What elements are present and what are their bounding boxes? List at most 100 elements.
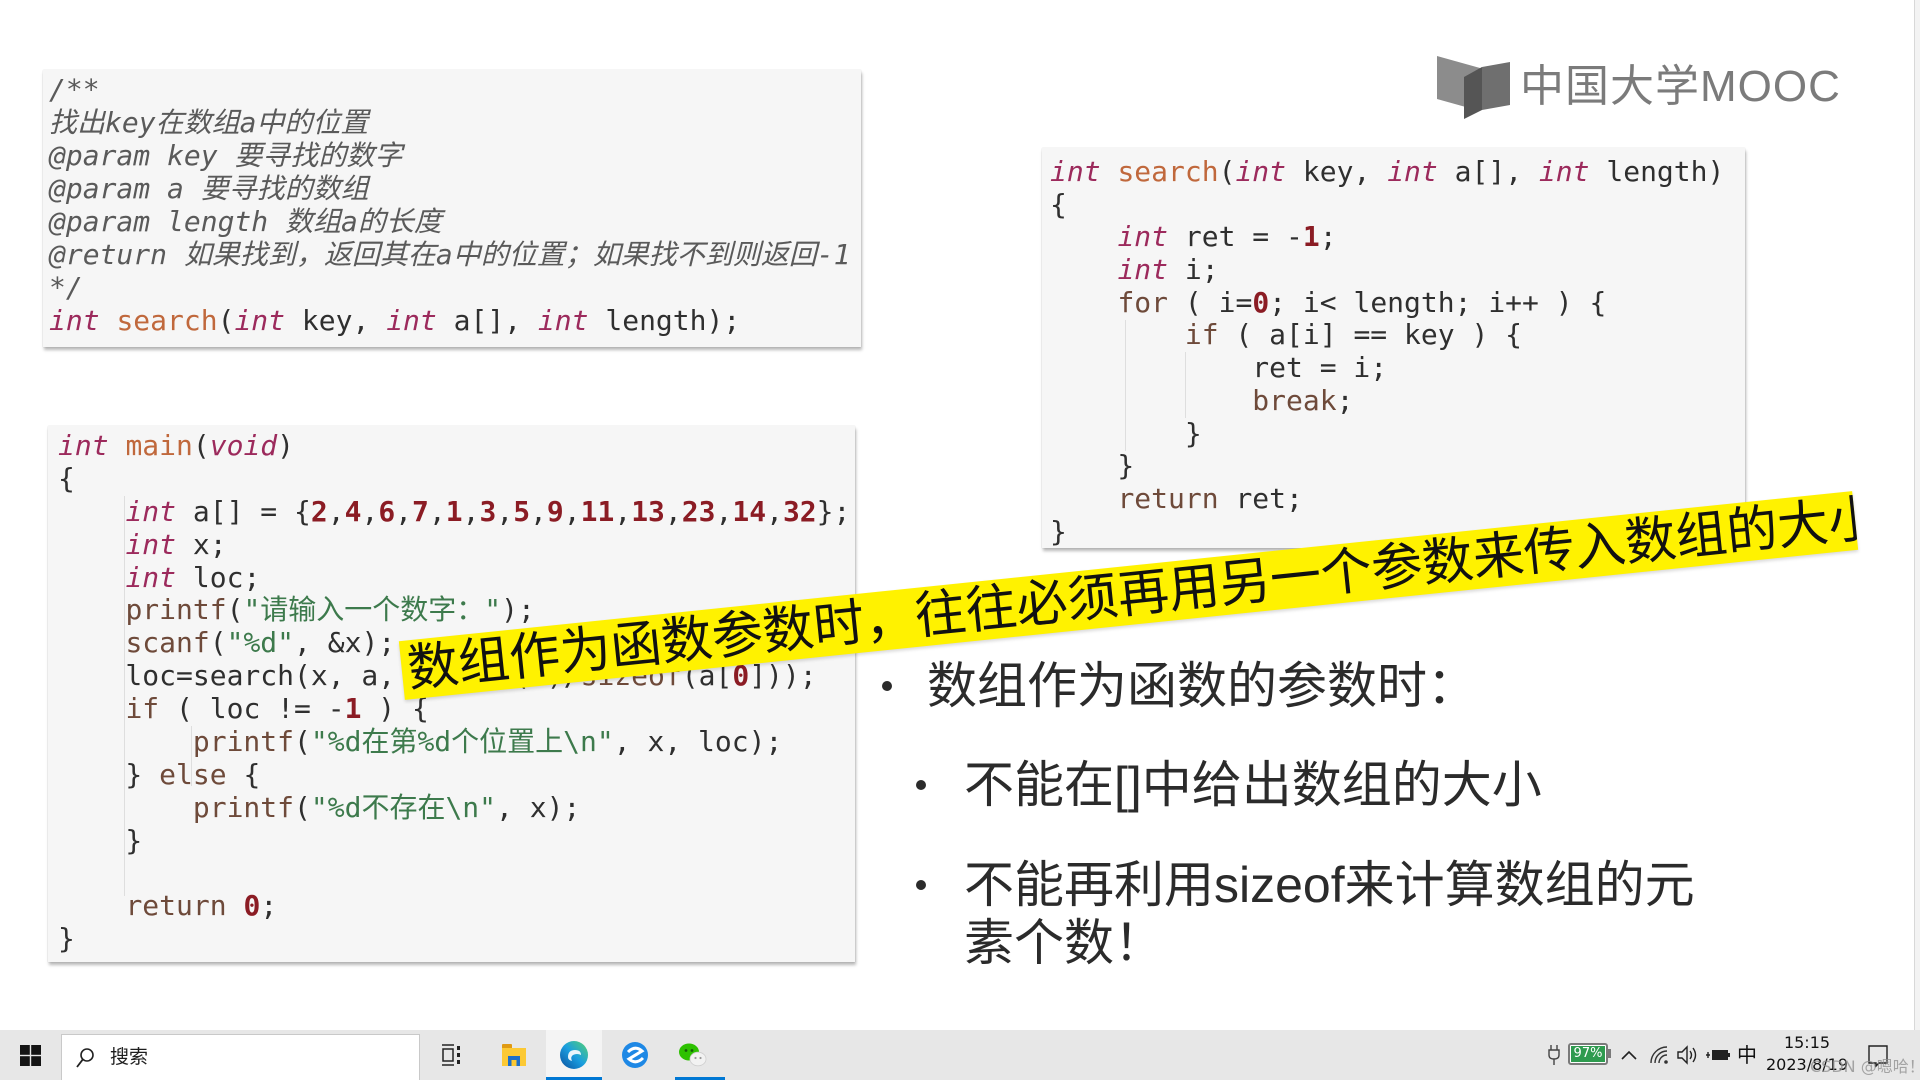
- bullet-dot: [882, 681, 892, 691]
- code-token: ,: [715, 494, 733, 528]
- indent-guide: [191, 726, 192, 786]
- code-token: "请输入一个数字：": [243, 593, 502, 627]
- file-explorer-button[interactable]: [486, 1030, 542, 1080]
- code-token: 6: [378, 494, 396, 528]
- code-token: "%d不存在\n": [310, 790, 497, 824]
- code-token: ;: [1319, 220, 1337, 254]
- code-token: int: [125, 494, 177, 528]
- code-token: ; i< length; i++ ) {: [1269, 285, 1607, 319]
- bullet-main-text: 数组作为函数的参数时：: [927, 658, 1477, 714]
- start-button[interactable]: [0, 1030, 60, 1080]
- code-token: ,: [395, 494, 413, 528]
- task-view-button[interactable]: [423, 1030, 479, 1080]
- battery-body: [1712, 1050, 1728, 1060]
- code-line: }: [58, 922, 855, 956]
- code-token: 5: [513, 494, 531, 528]
- code-token: */: [49, 271, 83, 304]
- chevron-stroke: [1621, 1050, 1637, 1060]
- code-token: ,: [327, 494, 345, 528]
- code-line: @param length 数组a的长度: [49, 205, 861, 238]
- plug-shape: [1548, 1045, 1560, 1065]
- code-token: ;: [1336, 383, 1354, 417]
- wechat-eye: [690, 1049, 694, 1052]
- code-token: {: [58, 461, 75, 495]
- code-token: 32: [782, 494, 817, 528]
- code-token: ,: [462, 494, 480, 528]
- code-token: printf: [192, 790, 295, 824]
- code-token: (: [209, 626, 227, 660]
- wechat-dot: [699, 1056, 702, 1060]
- sound-wave: [1692, 1047, 1697, 1063]
- code-token: printf: [125, 593, 227, 627]
- taskbar: 搜索 97% 中 15:15 2023/8/19: [0, 1030, 1920, 1080]
- code-line: return 0;: [58, 890, 855, 923]
- code-token: int: [234, 304, 286, 337]
- code-line: {: [1050, 188, 1745, 222]
- wechat-eye: [684, 1049, 688, 1052]
- code-token: length): [1589, 155, 1725, 188]
- wifi-icon[interactable]: [1648, 1044, 1670, 1066]
- code-token: 23: [681, 494, 716, 528]
- code-token: 2: [310, 494, 328, 528]
- code-line: for ( i=0; i< length; i++ ) {: [1050, 285, 1745, 320]
- battery-charging-icon[interactable]: [1705, 1047, 1731, 1063]
- code-token: );: [501, 593, 535, 627]
- code-token: a[],: [1437, 155, 1539, 188]
- bullet-main: 数组作为函数的参数时：: [882, 657, 1477, 715]
- browser-button[interactable]: [607, 1030, 663, 1080]
- wechat-button[interactable]: [665, 1030, 725, 1080]
- code-token: key,: [1286, 155, 1388, 188]
- tv-dot: [457, 1060, 460, 1064]
- doc-comment-code-box: /** 找出key在数组a中的位置 @param key 要寻找的数字 @param …: [43, 70, 861, 347]
- code-token: }: [1050, 514, 1067, 548]
- code-token: 11: [580, 494, 615, 528]
- book-right-page: [1482, 62, 1510, 110]
- taskbar-search-box[interactable]: 搜索: [61, 1034, 420, 1080]
- battery-indicator[interactable]: 97%: [1568, 1043, 1608, 1065]
- code-line: if ( a[i] == key ) {: [1050, 319, 1745, 352]
- code-token: 14: [732, 494, 767, 528]
- code-token: 0: [243, 889, 261, 923]
- code-token: }: [58, 757, 160, 791]
- edge-button[interactable]: [546, 1030, 602, 1080]
- code-token: int: [537, 304, 589, 337]
- code-line: } else {: [58, 757, 855, 792]
- code-token: printf: [192, 725, 295, 759]
- code-token: (: [217, 304, 235, 337]
- code-token: i;: [1168, 253, 1219, 287]
- battery-nub: [1608, 1049, 1611, 1058]
- code-token: key,: [285, 304, 387, 337]
- code-line: int search(int key, int a[], int length): [1050, 155, 1745, 189]
- code-token: int: [1117, 253, 1169, 287]
- csdn-watermark: CSDN @嗯哈！: [1810, 1057, 1920, 1076]
- code-token: search: [116, 304, 218, 337]
- ime-indicator[interactable]: 中: [1734, 1043, 1760, 1067]
- code-token: 找出key在数组a中的位置: [49, 106, 369, 139]
- search-lens: [80, 1048, 94, 1062]
- chevron-up-icon[interactable]: [1620, 1047, 1638, 1063]
- volume-icon[interactable]: [1676, 1044, 1700, 1066]
- charge-plug: [1706, 1052, 1710, 1058]
- code-token: ret = -: [1168, 220, 1303, 254]
- code-line: @return 如果找到，返回其在a中的位置；如果找不到则返回-1: [49, 238, 861, 271]
- code-token: ;: [260, 889, 278, 923]
- logo-pane: [30, 1044, 41, 1055]
- code-token: 1: [445, 494, 463, 528]
- indent-guide: [1125, 320, 1126, 451]
- code-token: 7: [412, 494, 429, 528]
- edge-circle: [560, 1041, 588, 1069]
- battery-percent: 97%: [1571, 1046, 1605, 1062]
- code-line: int a[] = {2,4,6,7,1,3,5,9,11,13,23,14,3…: [58, 494, 855, 529]
- speaker-body: [1677, 1045, 1688, 1065]
- wifi-dot: [1664, 1060, 1668, 1064]
- bullet-sub: 不能再利用sizeof来计算数组的元素个数！: [916, 856, 1709, 972]
- tv-dot: [457, 1053, 460, 1057]
